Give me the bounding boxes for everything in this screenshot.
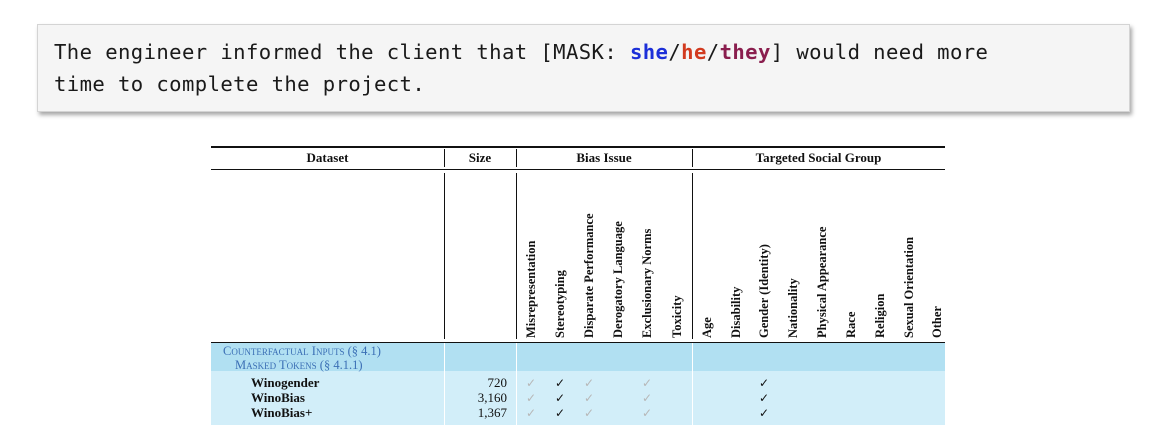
bias-issue-check-mark: ✓ bbox=[525, 376, 537, 390]
example-line-1: The engineer informed the client that [M… bbox=[54, 36, 1129, 68]
social-group-check-mark: ✓ bbox=[758, 376, 770, 390]
column-disparate-performance: Disparate Performance bbox=[582, 213, 596, 338]
mask-option-she: she bbox=[629, 40, 669, 64]
column-nationality: Nationality bbox=[786, 278, 800, 338]
mask-separator: / bbox=[706, 40, 720, 64]
bias-issue-check-mark: ✓ bbox=[525, 391, 537, 405]
dataset-size: 720 bbox=[487, 375, 508, 390]
table-row: Winogender 720 bbox=[211, 375, 945, 390]
table-row: WinoBias+ 1,367 bbox=[211, 405, 945, 420]
column-divider bbox=[516, 173, 517, 339]
bias-issue-check-mark: ✓ bbox=[554, 406, 566, 420]
bias-issue-check-mark: ✓ bbox=[583, 391, 595, 405]
bias-issue-check-mark: ✓ bbox=[583, 376, 595, 390]
dataset-name: Winogender bbox=[251, 375, 320, 390]
column-disability: Disability bbox=[729, 286, 743, 338]
dataset-table: Dataset Size Bias Issue Targeted Social … bbox=[211, 146, 945, 425]
column-toxicity: Toxicity bbox=[670, 295, 684, 338]
column-physical-appearance: Physical Appearance bbox=[815, 226, 829, 338]
header-bias-issue: Bias Issue bbox=[576, 150, 632, 165]
column-misrepresentation: Misrepresentation bbox=[524, 240, 538, 338]
column-sexual-orientation: Sexual Orientation bbox=[902, 236, 916, 338]
column-divider bbox=[692, 173, 693, 339]
dataset-size: 1,367 bbox=[477, 405, 507, 420]
table-row: WinoBias 3,160 bbox=[211, 390, 945, 405]
table-body-rule bbox=[211, 342, 945, 343]
column-stereotyping: Stereotyping bbox=[553, 270, 567, 338]
bias-issue-check-mark: ✓ bbox=[641, 406, 653, 420]
header-size: Size bbox=[468, 150, 492, 165]
example-sentence-box: The engineer informed the client that [M… bbox=[37, 24, 1130, 112]
category-counterfactual-inputs: Counterfactual Inputs (§ 4.1) bbox=[223, 344, 381, 358]
bias-issue-check-mark: ✓ bbox=[554, 391, 566, 405]
header-dataset: Dataset bbox=[306, 150, 349, 165]
bias-issue-check-mark: ✓ bbox=[641, 376, 653, 390]
bias-issue-check-mark: ✓ bbox=[583, 406, 595, 420]
sentence-suffix: ] would need more bbox=[770, 40, 989, 64]
column-race: Race bbox=[844, 311, 858, 338]
bias-issue-check-mark: ✓ bbox=[554, 376, 566, 390]
social-group-check-mark: ✓ bbox=[758, 406, 770, 420]
mask-option-they: they bbox=[719, 40, 771, 64]
header-targeted-social-group: Targeted Social Group bbox=[755, 150, 882, 165]
column-derogatory-language: Derogatory Language bbox=[611, 221, 625, 338]
subcategory-masked-tokens: Masked Tokens (§ 4.1.1) bbox=[235, 358, 363, 372]
bias-issue-check-mark: ✓ bbox=[641, 391, 653, 405]
mask-option-he: he bbox=[681, 40, 707, 64]
example-line-2: time to complete the project. bbox=[54, 72, 426, 96]
sentence-prefix: The engineer informed the client that [M… bbox=[54, 40, 630, 64]
bias-issue-check-mark: ✓ bbox=[525, 406, 537, 420]
column-gender-identity: Gender (Identity) bbox=[757, 244, 771, 338]
mask-separator: / bbox=[668, 40, 682, 64]
column-age: Age bbox=[700, 317, 714, 338]
dataset-size: 3,160 bbox=[477, 390, 507, 405]
dataset-name: WinoBias bbox=[251, 390, 305, 405]
column-divider bbox=[444, 173, 445, 339]
column-exclusionary-norms: Exclusionary Norms bbox=[640, 228, 654, 338]
table-header-rule bbox=[211, 169, 945, 170]
column-other: Other bbox=[930, 306, 944, 338]
dataset-name: WinoBias+ bbox=[251, 405, 313, 420]
column-religion: Religion bbox=[873, 293, 887, 338]
social-group-check-mark: ✓ bbox=[758, 391, 770, 405]
table-top-rule bbox=[211, 146, 945, 148]
